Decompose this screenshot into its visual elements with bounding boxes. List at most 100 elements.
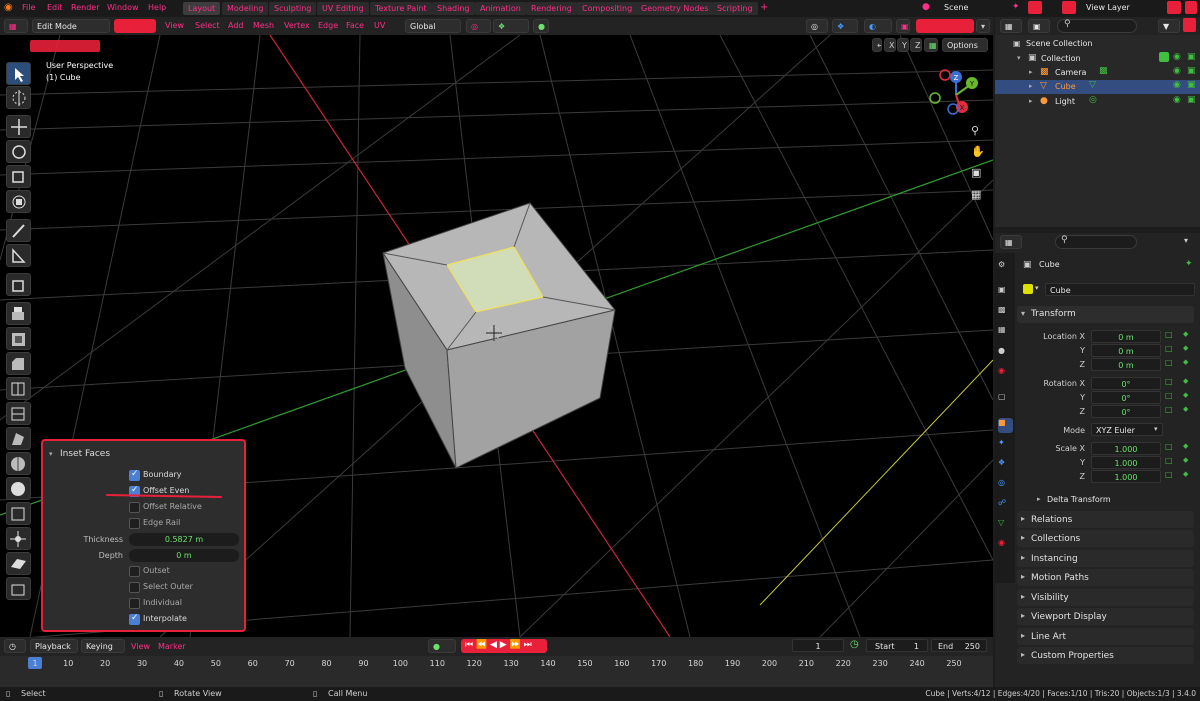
key-rotation-x-icon[interactable]: ◆ [1183, 377, 1188, 385]
tab-rendering[interactable]: Rendering [526, 2, 577, 15]
display-mode-icon[interactable]: ▣ [1028, 19, 1050, 33]
expand-light-icon[interactable]: ▸ [1029, 97, 1033, 105]
shear-tool-icon[interactable] [6, 552, 31, 575]
menu-vertex[interactable]: Vertex [284, 21, 310, 30]
annotate-tool-icon[interactable] [6, 219, 31, 242]
camera-view-icon[interactable]: ▣ [971, 166, 981, 179]
scale-tool-icon[interactable] [6, 165, 31, 188]
key-scale-z-icon[interactable]: ◆ [1183, 470, 1188, 478]
section-instancing[interactable]: Instancing [1017, 550, 1194, 567]
constraints-tab-icon[interactable]: ☍ [998, 498, 1013, 513]
xray-icon[interactable]: ▣ [896, 19, 910, 33]
outliner-item-cube[interactable]: Cube [1055, 82, 1076, 91]
particles-tab-icon[interactable]: ❖ [998, 458, 1013, 473]
rotate-tool-icon[interactable] [6, 140, 31, 163]
pin-icon[interactable]: ✦ [1012, 2, 1020, 12]
editor-type-icon[interactable]: ▦ [4, 19, 28, 33]
outliner-item-light[interactable]: Light [1055, 97, 1075, 106]
render-tab-icon[interactable]: ▣ [998, 285, 1013, 300]
remove-view-layer-icon[interactable] [1185, 1, 1197, 14]
spin-tool-icon[interactable] [6, 452, 31, 475]
start-frame-field[interactable]: Start 1 [866, 639, 928, 652]
key-scale-x-icon[interactable]: ◆ [1183, 442, 1188, 450]
lock-location-z-icon[interactable]: □ [1165, 358, 1173, 367]
poly-build-tool-icon[interactable] [6, 427, 31, 450]
copy-view-layer-icon[interactable] [1167, 1, 1181, 14]
tab-sculpting[interactable]: Sculpting [269, 2, 317, 15]
collection-tab-icon[interactable]: ▢ [998, 392, 1013, 407]
menu-edge[interactable]: Edge [318, 21, 338, 30]
cube-render-icon[interactable]: ▣ [1187, 80, 1196, 90]
visibility-icon[interactable]: ◎ [806, 19, 828, 33]
section-viewport-display[interactable]: Viewport Display [1017, 608, 1194, 625]
object-type-icon[interactable] [1023, 284, 1033, 294]
proportional-edit-icon[interactable]: ● [533, 19, 549, 33]
select-mode-buttons[interactable] [114, 19, 156, 33]
tab-geometry-nodes[interactable]: Geometry Nodes [636, 2, 714, 15]
world-tab-icon[interactable]: ◉ [998, 366, 1013, 381]
outliner-editor-icon[interactable]: ▦ [1000, 19, 1022, 33]
blender-logo-icon[interactable]: ◉ [4, 2, 13, 13]
copy-scene-icon[interactable] [1028, 1, 1042, 14]
new-collection-icon[interactable] [1183, 18, 1196, 32]
shading-mode-buttons[interactable] [916, 19, 974, 33]
zoom-icon[interactable]: ⚲ [971, 124, 979, 137]
orientation-dropdown[interactable]: Global [405, 19, 461, 33]
lock-location-x-icon[interactable]: □ [1165, 330, 1173, 339]
menu-view[interactable]: View [165, 21, 184, 30]
rotation-z-field[interactable]: 0° [1091, 405, 1161, 418]
menu-uv[interactable]: UV [374, 21, 385, 30]
select-box-tool-icon[interactable] [6, 62, 31, 85]
shrink-fatten-tool-icon[interactable] [6, 527, 31, 550]
snap-icon[interactable]: ❖ [493, 19, 529, 33]
key-location-x-icon[interactable]: ◆ [1183, 330, 1188, 338]
inset-tool-icon[interactable] [6, 327, 31, 350]
add-workspace-button[interactable]: + [760, 2, 768, 13]
collection-visibility-icon[interactable]: ◉ [1173, 52, 1181, 62]
camera-data-icon[interactable]: ▩ [1099, 66, 1108, 76]
edge-slide-tool-icon[interactable] [6, 502, 31, 525]
rotation-mode-dropdown[interactable]: XYZ Euler [1091, 423, 1163, 436]
light-render-icon[interactable]: ▣ [1187, 95, 1196, 105]
section-custom-properties[interactable]: Custom Properties [1017, 647, 1194, 664]
timeline-marker-menu[interactable]: Marker [158, 642, 186, 651]
selection-mode-icons[interactable] [30, 40, 100, 52]
key-rotation-z-icon[interactable]: ◆ [1183, 405, 1188, 413]
collection-render-icon[interactable]: ▣ [1187, 52, 1196, 62]
scale-y-field[interactable]: 1.000 [1091, 456, 1161, 469]
menu-render[interactable]: Render [71, 3, 99, 12]
transform-header[interactable]: ▾ Transform [1017, 306, 1194, 323]
transform-tool-icon[interactable] [6, 190, 31, 213]
properties-editor-icon[interactable]: ▦ [1000, 235, 1022, 249]
bevel-tool-icon[interactable] [6, 352, 31, 375]
section-collections[interactable]: Collections [1017, 530, 1194, 547]
lock-scale-y-icon[interactable]: □ [1165, 456, 1173, 465]
properties-options-icon[interactable]: ▾ [1184, 236, 1188, 245]
filter-icon[interactable]: ▼ [1158, 19, 1180, 33]
menu-help[interactable]: Help [148, 3, 166, 12]
panel-title[interactable]: Inset Faces [60, 449, 110, 459]
key-location-y-icon[interactable]: ◆ [1183, 344, 1188, 352]
key-rotation-y-icon[interactable]: ◆ [1183, 391, 1188, 399]
collection-label[interactable]: Collection [1041, 54, 1081, 63]
menu-edit[interactable]: Edit [47, 3, 63, 12]
preview-range-icon[interactable]: ◷ [850, 639, 859, 650]
lock-location-y-icon[interactable]: □ [1165, 344, 1173, 353]
interpolate-checkbox[interactable] [129, 613, 140, 625]
outset-checkbox[interactable] [129, 566, 140, 577]
offset-relative-checkbox[interactable] [129, 502, 140, 513]
playback-controls[interactable]: ⏮ ⏪ ◀ ▶ ⏩ ⏭ [461, 639, 547, 653]
expand-camera-icon[interactable]: ▸ [1029, 68, 1033, 76]
section-relations[interactable]: Relations [1017, 511, 1194, 528]
light-visibility-icon[interactable]: ◉ [1173, 95, 1181, 105]
extrude-tool-icon[interactable] [6, 302, 31, 325]
expand-cube-icon[interactable]: ▸ [1029, 82, 1033, 90]
section-motion-paths[interactable]: Motion Paths [1017, 569, 1194, 586]
menu-face[interactable]: Face [346, 21, 364, 30]
outliner-item-camera[interactable]: Camera [1055, 68, 1086, 77]
view-layer-name[interactable]: View Layer [1086, 3, 1130, 12]
knife-tool-icon[interactable] [6, 402, 31, 425]
camera-render-icon[interactable]: ▣ [1187, 66, 1196, 76]
tab-uv-editing[interactable]: UV Editing [317, 2, 369, 15]
scale-z-field[interactable]: 1.000 [1091, 470, 1161, 483]
